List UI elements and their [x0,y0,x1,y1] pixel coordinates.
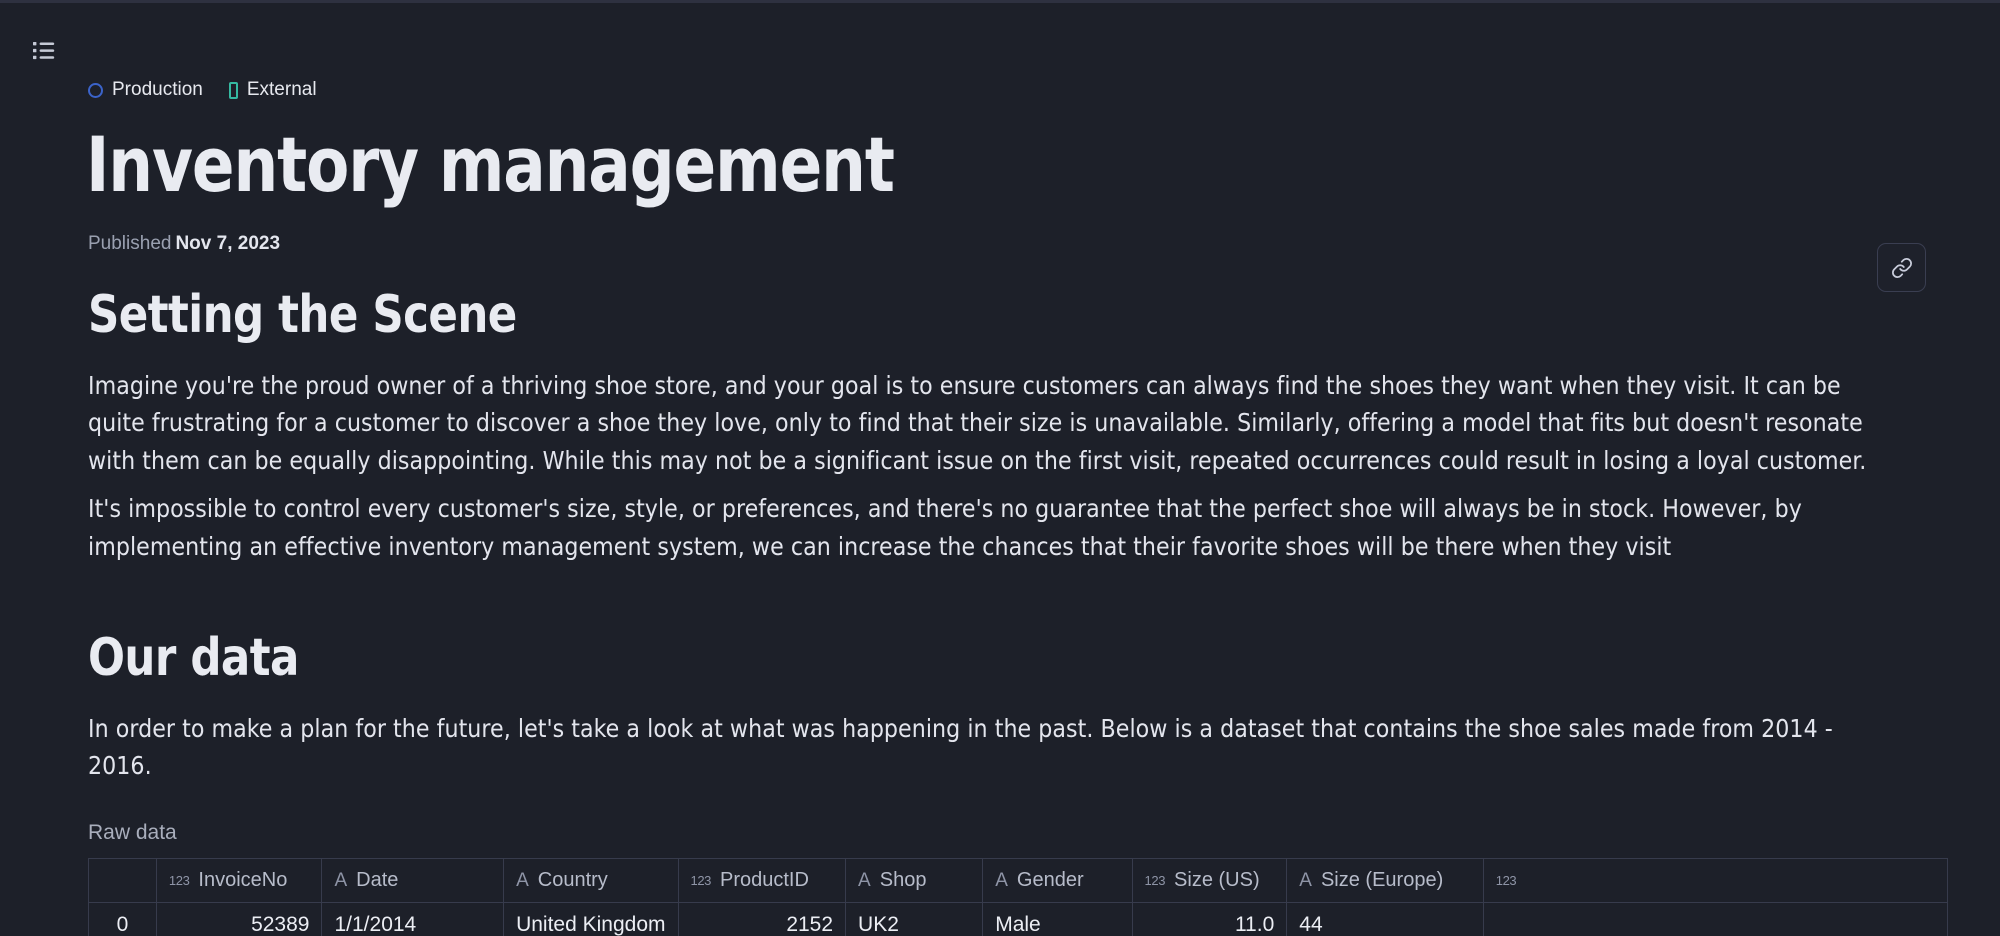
table-header-country[interactable]: A Country [504,859,678,903]
cell-shop: UK2 [846,903,983,936]
heading-our-data: Our data [88,631,1790,686]
table-header-date-label: Date [356,869,398,892]
cell-invoiceno: 52389 [156,903,322,936]
number-type-icon: 123 [691,874,712,887]
table-header-shop[interactable]: A Shop [846,859,983,903]
table-header-gender-label: Gender [1017,869,1084,892]
number-type-icon: 123 [1496,874,1517,887]
table-header-shop-label: Shop [880,869,927,892]
table-header-productid[interactable]: 123 ProductID [678,859,846,903]
table-header-size-europe[interactable]: A Size (Europe) [1287,859,1483,903]
table-header-index[interactable] [89,859,156,903]
raw-data-table-wrapper[interactable]: 123 InvoiceNo A Date A Country 123 ProductID… [88,858,1948,936]
cell-productid: 2152 [678,903,846,936]
number-type-icon: 123 [1145,874,1166,887]
cell-row-index: 0 [89,903,156,936]
cell-gender: Male [983,903,1132,936]
page-title: Inventory management [86,127,894,203]
table-header-size-europe-label: Size (Europe) [1321,869,1443,892]
badge-production-label: Production [112,79,203,101]
table-header-invoiceno-label: InvoiceNo [198,869,287,892]
table-header-overflow[interactable]: 123 [1483,859,1947,903]
paragraph-scene-1: Imagine you're the proud owner of a thri… [88,367,1889,480]
cell-date: 1/1/2014 [322,903,504,936]
text-type-icon: A [995,871,1008,890]
link-icon [1891,257,1913,279]
app-window: Production External Inventory management… [0,0,2000,936]
text-type-icon: A [858,871,871,890]
outline-toggle-button[interactable] [28,36,60,64]
text-type-icon: A [516,871,529,890]
published-label: Published [88,233,171,254]
article-body: Setting the Scene Imagine you're the pro… [88,288,1918,936]
table-header-date[interactable]: A Date [322,859,504,903]
table-header-gender[interactable]: A Gender [983,859,1132,903]
table-caption: Raw data [88,821,1918,845]
raw-data-table: 123 InvoiceNo A Date A Country 123 ProductID… [89,859,1948,936]
circle-outline-icon [88,83,103,98]
list-icon [33,41,55,60]
table-header-country-label: Country [538,869,608,892]
published-line: PublishedNov 7, 2023 [88,233,280,255]
badge-external[interactable]: External [229,79,317,101]
cell-country: United Kingdom [504,903,678,936]
heading-setting-the-scene: Setting the Scene [88,288,1790,343]
rectangle-outline-icon [229,82,238,99]
paragraph-scene-2: It's impossible to control every custome… [88,490,1889,565]
text-type-icon: A [334,871,347,890]
cell-size-europe: 44 [1287,903,1483,936]
cell-size-us: 11.0 [1132,903,1287,936]
badge-row: Production External [88,78,317,102]
badge-production[interactable]: Production [88,79,203,101]
table-header-productid-label: ProductID [720,869,809,892]
number-type-icon: 123 [169,874,190,887]
paragraph-data-1: In order to make a plan for the future, … [88,710,1889,785]
table-header-size-us-label: Size (US) [1174,869,1260,892]
top-border [0,0,2000,3]
text-type-icon: A [1299,871,1312,890]
cell-overflow [1483,903,1947,936]
badge-external-label: External [247,79,317,101]
table-header-invoiceno[interactable]: 123 InvoiceNo [156,859,322,903]
copy-link-button[interactable] [1877,243,1926,292]
table-header-row: 123 InvoiceNo A Date A Country 123 ProductID… [89,859,1948,903]
published-date: Nov 7, 2023 [175,233,280,254]
table-row[interactable]: 0 52389 1/1/2014 United Kingdom 2152 UK2… [89,903,1948,936]
table-header-size-us[interactable]: 123 Size (US) [1132,859,1287,903]
